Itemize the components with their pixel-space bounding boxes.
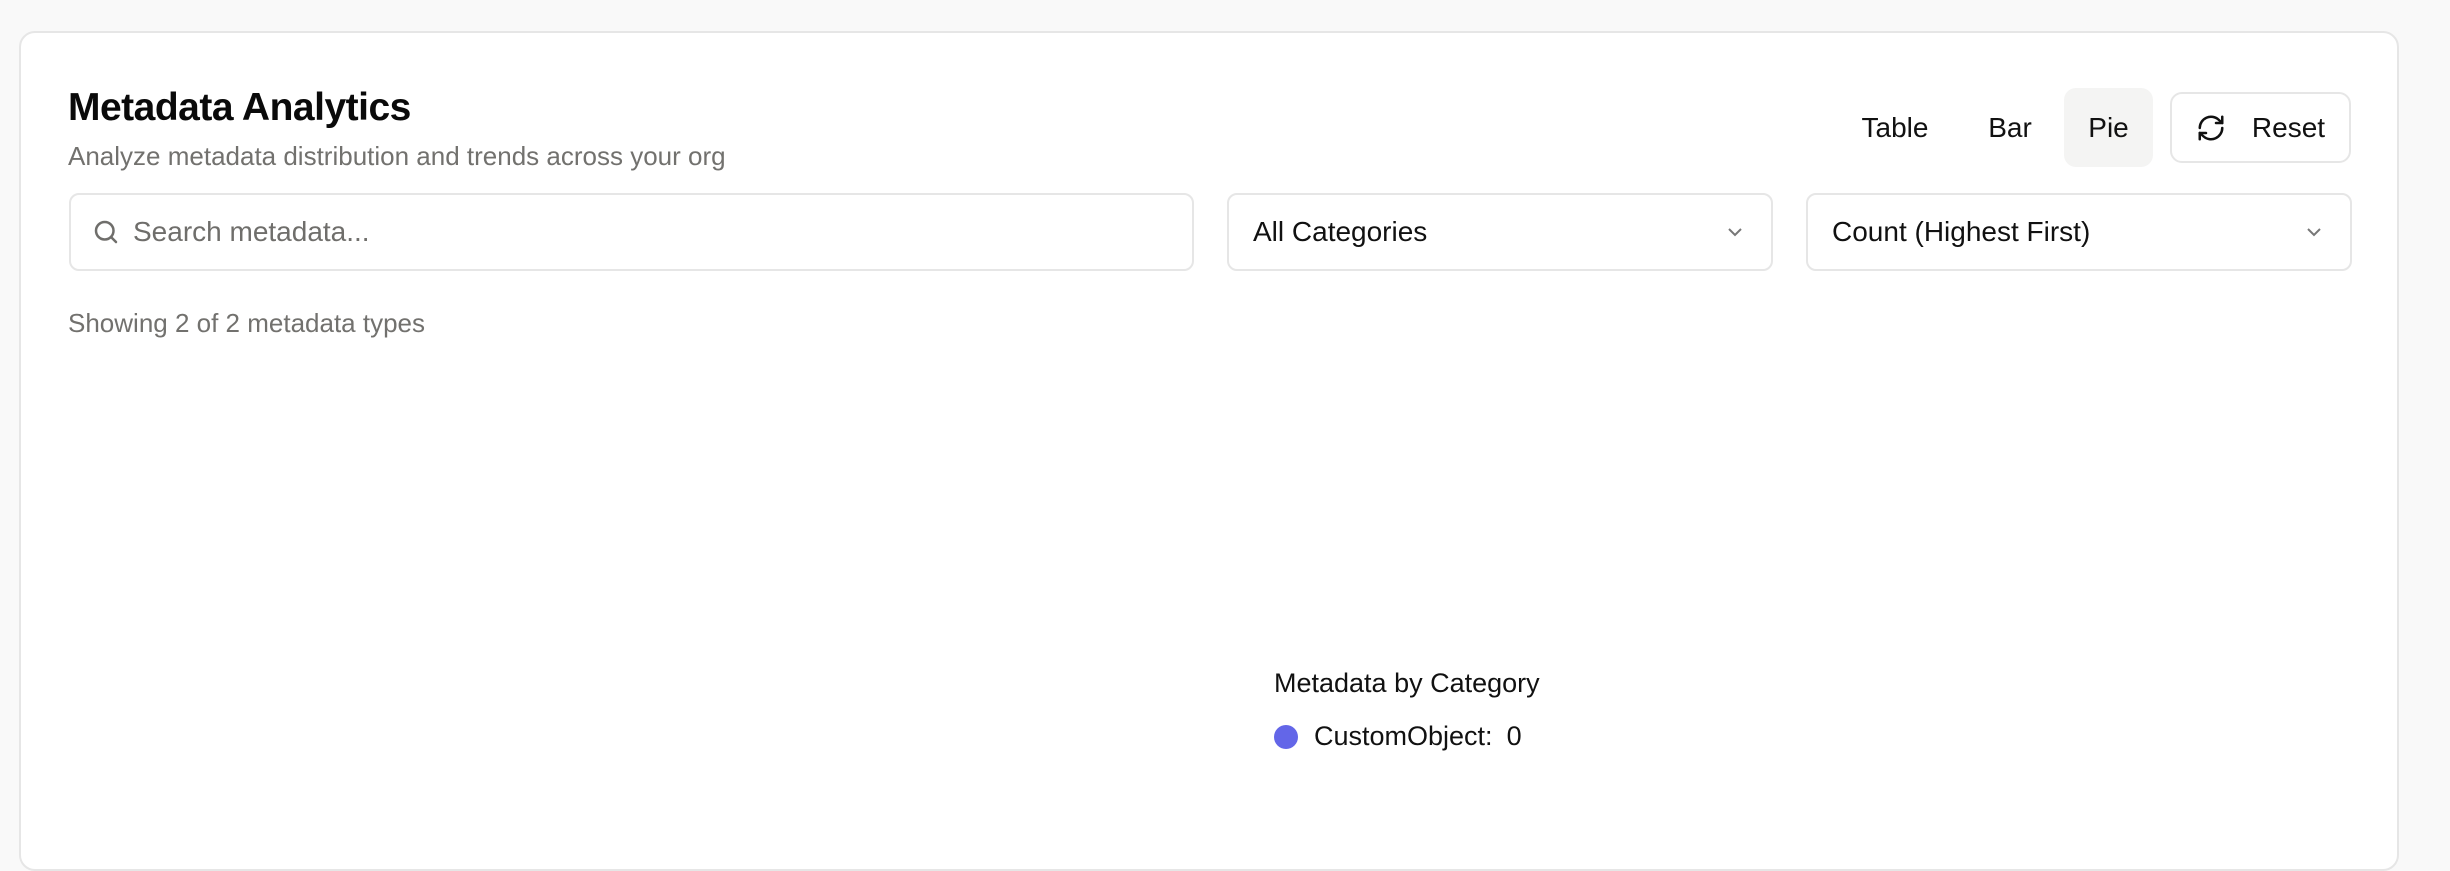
page-title: Metadata Analytics — [68, 86, 411, 129]
refresh-icon — [2198, 115, 2224, 140]
category-select[interactable]: All Categories — [1227, 193, 1773, 271]
view-bar-button[interactable]: Bar — [1968, 88, 2052, 167]
legend-label: CustomObject: — [1314, 721, 1493, 751]
chevron-down-icon — [2307, 228, 2321, 237]
search-icon — [94, 220, 118, 244]
legend-item: CustomObject: 0 — [1274, 721, 1540, 752]
legend-value: 0 — [1506, 721, 1522, 751]
sort-select-value: Count (Highest First) — [1832, 216, 2091, 247]
search-input[interactable]: Search metadata... — [69, 193, 1194, 271]
category-select-value: All Categories — [1253, 216, 1428, 247]
chevron-down-icon — [1728, 228, 1742, 237]
reset-label: Reset — [2251, 111, 2326, 143]
search-placeholder: Search metadata... — [133, 216, 370, 247]
sort-select[interactable]: Count (Highest First) — [1806, 193, 2352, 271]
reset-button[interactable]: Reset — [2170, 92, 2351, 163]
results-count: Showing 2 of 2 metadata types — [68, 308, 426, 338]
page-subtitle: Analyze metadata distribution and trends… — [68, 141, 726, 171]
view-table-button[interactable]: Table — [1852, 88, 1938, 167]
pie-chart-legend: Metadata by Category CustomObject: 0 — [1274, 668, 1540, 752]
legend-color-dot — [1274, 724, 1298, 749]
view-pie-button[interactable]: Pie — [2064, 88, 2153, 167]
chart-title: Metadata by Category — [1274, 668, 1540, 698]
